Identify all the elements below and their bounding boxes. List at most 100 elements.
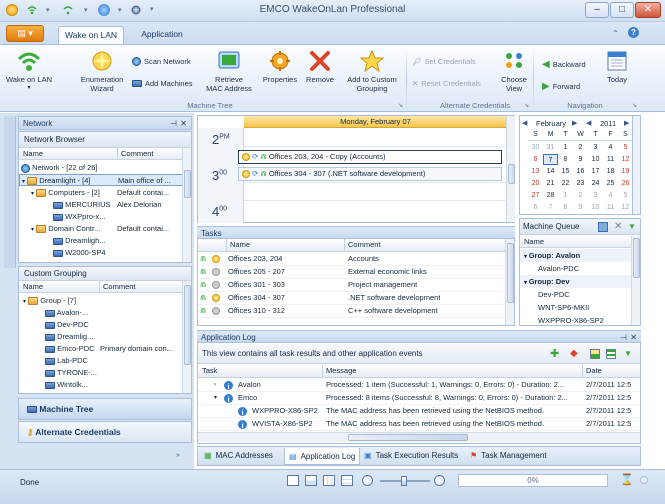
network-scrollbar[interactable] <box>182 148 191 262</box>
calendar-day[interactable]: 11 <box>603 154 618 165</box>
calendar-day[interactable]: 8 <box>558 202 573 213</box>
nav-pane-options-icon[interactable]: » <box>176 452 180 459</box>
tree-row[interactable]: ▾ Domain Contr... Default contai... <box>31 223 183 235</box>
group-row[interactable]: Dev-PDC <box>45 319 89 331</box>
calendar-day[interactable]: 16 <box>573 166 588 177</box>
col-name[interactable]: Name <box>226 239 250 251</box>
add-machines-button[interactable]: Add Machines <box>132 79 193 88</box>
calendar-day[interactable]: 1 <box>558 190 573 201</box>
scroll-thumb[interactable] <box>184 285 191 365</box>
close-panel-icon[interactable]: ✕ <box>630 331 637 344</box>
close-button[interactable]: ✕ <box>635 2 661 18</box>
calendar-day[interactable]: 11 <box>603 202 618 213</box>
log-row[interactable]: ▾ i Emco Processed: 8 items (Successful:… <box>198 392 640 405</box>
queue-group-row[interactable]: ▾ Group: Dev <box>520 275 631 288</box>
scroll-thumb[interactable] <box>348 434 468 441</box>
alternate-credentials-nav-button[interactable]: ⚷ Alternate Credentials <box>18 421 192 443</box>
col-message[interactable]: Message <box>322 365 356 377</box>
col-date[interactable]: Date <box>582 365 602 377</box>
calendar-day[interactable]: 9 <box>573 202 588 213</box>
minimize-button[interactable]: – <box>585 2 609 18</box>
tab-mac-addresses[interactable]: ▦ MAC Addresses <box>204 451 273 460</box>
group-row[interactable]: Lab-PDC <box>45 355 88 367</box>
calendar-day[interactable]: 10 <box>588 154 603 165</box>
task-row[interactable]: ⋒ Offices 205 - 207 External economic li… <box>198 266 505 279</box>
machine-queue-scrollbar[interactable] <box>631 236 640 325</box>
calendar-day[interactable]: 31 <box>543 142 558 153</box>
collapse-icon[interactable]: ▾ <box>31 191 34 197</box>
scan-network-button[interactable]: Scan Network <box>132 57 191 66</box>
tab-task-execution-results[interactable]: ▣ Task Execution Results <box>364 451 458 460</box>
calendar-day[interactable]: 18 <box>603 166 618 177</box>
view-normal-icon[interactable] <box>287 475 299 486</box>
tree-row[interactable]: Network - [22 of 26] <box>21 162 98 174</box>
calendar-day[interactable]: 24 <box>588 178 603 189</box>
tree-row[interactable]: Dreamligh... <box>53 235 183 247</box>
remove-button[interactable]: Remove <box>302 49 338 84</box>
calendar-day[interactable]: 4 <box>603 142 618 153</box>
calendar-day[interactable]: 8 <box>558 154 573 165</box>
custom-grouping-scrollbar[interactable] <box>182 281 191 393</box>
group-row[interactable]: ▾ Group - [7] <box>23 295 76 307</box>
calendar-day[interactable]: 3 <box>588 190 603 201</box>
add-icon[interactable]: ✚ <box>550 344 559 364</box>
properties-button[interactable]: Properties <box>260 49 300 84</box>
pin-icon[interactable]: ⊣ <box>170 117 177 130</box>
columns-icon[interactable] <box>606 349 616 359</box>
collapse-icon[interactable]: ▾ <box>23 299 26 305</box>
filter-icon[interactable]: ▼ <box>624 344 632 364</box>
tab-task-management[interactable]: ⚑ Task Management <box>470 451 547 460</box>
col-name[interactable]: Name <box>23 281 43 293</box>
zoom-in-icon[interactable] <box>434 475 445 486</box>
task-row[interactable]: ⋒ Offices 203, 204 Accounts <box>198 253 505 266</box>
pin-icon[interactable]: ⊣ <box>620 331 627 344</box>
appointment[interactable]: ⟳ ⋒ Offices 304 - 307 (.NET software dev… <box>238 167 502 181</box>
zoom-slider-thumb[interactable] <box>401 476 407 486</box>
scroll-thumb[interactable] <box>633 238 640 278</box>
calendar-day[interactable]: 7 <box>543 154 558 165</box>
collapse-icon[interactable]: ▾ <box>22 179 25 185</box>
tree-row-selected[interactable]: ▾ Dreamlight - [4] Main office of ... <box>19 174 183 186</box>
dialog-launcher-icon[interactable]: ↘ <box>632 102 637 109</box>
calendar-day[interactable]: 15 <box>558 166 573 177</box>
col-name[interactable]: Name <box>23 148 43 160</box>
calendar-day[interactable]: 22 <box>558 178 573 189</box>
calendar-day[interactable]: 5 <box>618 142 633 153</box>
calendar-day[interactable]: 19 <box>618 166 633 177</box>
file-menu-button[interactable]: ▤ ▾ <box>6 25 44 42</box>
appointment-selected[interactable]: ⟳ ⋒ Offices 203, 204 - Copy (Accounts) <box>238 150 502 164</box>
set-credentials-button[interactable]: 🔑︎ Set Credentials <box>412 57 476 66</box>
log-row[interactable]: i WXPPRO-X86-SP2 The MAC address has bee… <box>198 405 640 418</box>
calendar-day[interactable]: 5 <box>618 190 633 201</box>
group-row[interactable]: Wintolk... <box>45 379 88 391</box>
help-icon[interactable]: ? <box>628 27 639 38</box>
resize-grip[interactable] <box>640 476 648 484</box>
wake-on-lan-button[interactable]: Wake on LAN ▾ <box>4 49 54 93</box>
calendar-day[interactable]: 7 <box>543 202 558 213</box>
reset-credentials-button[interactable]: ✕ Reset Credentials <box>412 79 481 88</box>
view-columns-icon[interactable] <box>323 475 335 486</box>
tasks-scrollbar[interactable] <box>505 239 514 325</box>
queue-machine-row[interactable]: Dev-PDC <box>520 288 631 301</box>
calendar-day[interactable]: 20 <box>528 178 543 189</box>
queue-machine-row[interactable]: Avalon-PDC <box>520 262 631 275</box>
scroll-thumb[interactable] <box>508 164 515 184</box>
tab-application-log[interactable]: ▤ Application Log <box>284 448 361 465</box>
tree-row[interactable]: MERCURIUS Alex Delorian <box>53 199 183 211</box>
filter-icon[interactable]: ▼ <box>628 219 636 235</box>
layout-icon[interactable] <box>590 349 600 359</box>
collapse-icon[interactable]: ▾ <box>214 392 217 404</box>
calendar-day[interactable]: 12 <box>618 154 633 165</box>
calendar-day[interactable]: 2 <box>573 190 588 201</box>
dialog-launcher-icon[interactable]: ↘ <box>398 102 403 109</box>
left-splitter[interactable] <box>4 116 16 268</box>
calendar-day[interactable]: 10 <box>588 202 603 213</box>
calendar-day[interactable]: 9 <box>573 154 588 165</box>
task-row[interactable]: ⋒ Offices 304 - 307 .NET software develo… <box>198 292 505 305</box>
tab-application[interactable]: Application <box>132 26 192 44</box>
year-label[interactable]: 2011 <box>600 119 616 128</box>
zoom-out-icon[interactable] <box>362 475 373 486</box>
tree-row[interactable]: W2000-SP4 <box>53 247 183 259</box>
ribbon-minimize-icon[interactable]: ⌃ <box>612 29 619 38</box>
task-row[interactable]: ⋒ Offices 310 - 312 C++ software develop… <box>198 305 505 318</box>
